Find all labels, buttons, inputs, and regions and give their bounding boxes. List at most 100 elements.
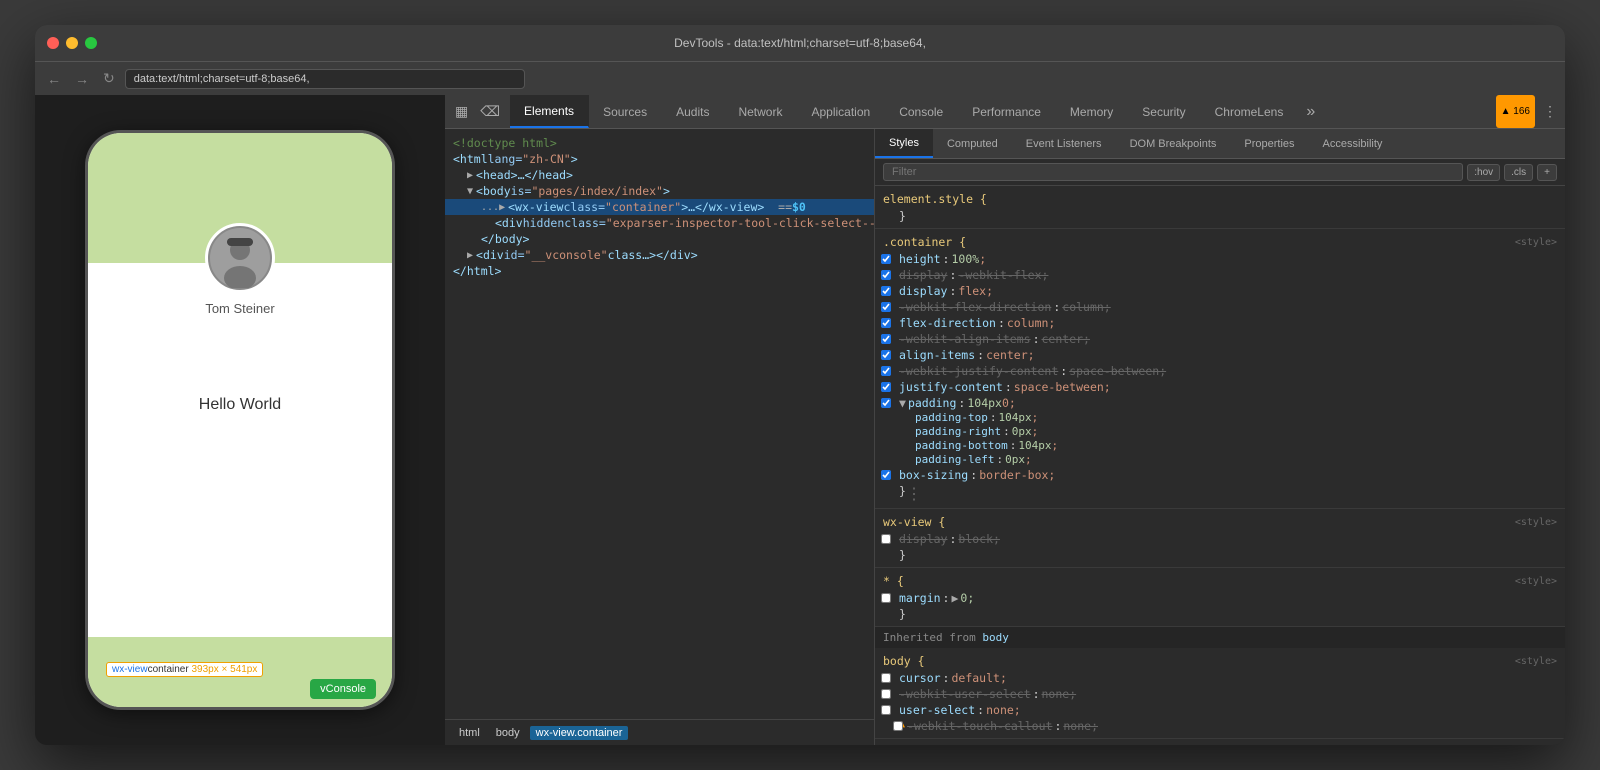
styles-pane: Styles Computed Event Listeners DOM Brea… <box>875 129 1565 745</box>
checkbox-flex-direction[interactable] <box>881 318 891 328</box>
tab-console[interactable]: Console <box>885 95 958 128</box>
devtools-window: DevTools - data:text/html;charset=utf-8;… <box>35 25 1565 745</box>
maximize-button[interactable] <box>85 37 97 49</box>
checkbox-display-webkit[interactable] <box>881 270 891 280</box>
tab-security[interactable]: Security <box>1128 95 1200 128</box>
checkbox-box-sizing[interactable] <box>881 470 891 480</box>
minimize-button[interactable] <box>66 37 78 49</box>
checkbox-user-select[interactable] <box>881 705 891 715</box>
checkbox-wxview-display[interactable] <box>881 534 891 544</box>
checkbox-height[interactable] <box>881 254 891 264</box>
css-selector-element-style[interactable]: element.style { <box>883 192 987 206</box>
dom-line-html-close[interactable]: </html> <box>445 263 874 279</box>
checkbox-align-items[interactable] <box>881 350 891 360</box>
close-button[interactable] <box>47 37 59 49</box>
tab-styles[interactable]: Styles <box>875 129 933 158</box>
checkbox-justify-content[interactable] <box>881 382 891 392</box>
inspect-icon[interactable]: ▦ <box>453 101 470 122</box>
css-rule-star: * { <style> margin: ▶ 0; } <box>875 568 1565 627</box>
window-title: DevTools - data:text/html;charset=utf-8;… <box>674 36 926 50</box>
breadcrumb-body[interactable]: body <box>490 726 526 740</box>
hov-button[interactable]: :hov <box>1467 164 1500 181</box>
more-tabs-button[interactable]: » <box>1298 95 1323 128</box>
checkbox-webkit-touch[interactable] <box>893 721 903 731</box>
css-rule-header-body: body { <style> <box>875 652 1565 670</box>
device-icon[interactable]: ⌫ <box>478 101 502 122</box>
css-prop-webkit-user-select: -webkit-user-select:none; <box>875 686 1565 702</box>
dom-line-vconsole[interactable]: ▶ <div id="__vconsole" class…></div> <box>445 247 874 263</box>
tab-chromelens[interactable]: ChromeLens <box>1201 95 1299 128</box>
css-selector-body[interactable]: body { <box>883 654 925 668</box>
tab-accessibility[interactable]: Accessibility <box>1309 129 1397 158</box>
css-prop-height: height:100%; <box>875 251 1565 267</box>
devtools-icons: ▦ ⌫ <box>445 95 510 128</box>
tab-audits[interactable]: Audits <box>662 95 724 128</box>
css-selector-star[interactable]: * { <box>883 574 904 588</box>
devtools-menu-button[interactable]: ⋮ <box>1535 95 1565 128</box>
css-rule-header-wxview: wx-view { <style> <box>875 513 1565 531</box>
device-frame: Tom Steiner Hello World wx-viewcontainer… <box>85 130 395 710</box>
css-rule-header-star: * { <style> <box>875 572 1565 590</box>
back-button[interactable]: ← <box>43 69 65 89</box>
css-prop-flex-direction: flex-direction:column; <box>875 315 1565 331</box>
tab-memory[interactable]: Memory <box>1056 95 1128 128</box>
dom-line-doctype[interactable]: <!doctype html> <box>445 135 874 151</box>
dom-line-body[interactable]: ▼ <body is="pages/index/index"> <box>445 183 874 199</box>
css-selector-wxview[interactable]: wx-view { <box>883 515 945 529</box>
dom-line-div-hidden[interactable]: <div hidden class="exparser-inspector-to… <box>445 215 874 231</box>
checkbox-webkit-align-items[interactable] <box>881 334 891 344</box>
breadcrumb-wxview[interactable]: wx-view.container <box>530 726 629 740</box>
styles-tabs: Styles Computed Event Listeners DOM Brea… <box>875 129 1565 159</box>
hello-world-text: Hello World <box>199 396 281 414</box>
forward-button[interactable]: → <box>71 69 93 89</box>
address-bar[interactable] <box>125 69 525 89</box>
title-bar: DevTools - data:text/html;charset=utf-8;… <box>35 25 1565 61</box>
browser-toolbar: ← → ↻ <box>35 61 1565 95</box>
checkbox-display[interactable] <box>881 286 891 296</box>
tab-performance[interactable]: Performance <box>958 95 1056 128</box>
tab-application[interactable]: Application <box>797 95 885 128</box>
tab-network[interactable]: Network <box>724 95 797 128</box>
vconsole-button[interactable]: vConsole <box>310 679 376 699</box>
checkbox-cursor[interactable] <box>881 673 891 683</box>
tab-elements[interactable]: Elements <box>510 95 589 128</box>
css-source-body: <style> <box>1515 656 1557 667</box>
dom-line-wx-view[interactable]: ... ▶ <wx-view class="container">…</wx-v… <box>445 199 874 215</box>
css-prop-webkit-flex-direction: -webkit-flex-direction:column; <box>875 299 1565 315</box>
css-source-wxview: <style> <box>1515 517 1557 528</box>
filter-input[interactable] <box>883 163 1463 181</box>
checkbox-margin[interactable] <box>881 593 891 603</box>
reload-button[interactable]: ↻ <box>99 68 119 89</box>
css-padding-top: padding-top:104px; <box>875 411 1565 425</box>
css-prop-box-sizing: box-sizing:border-box; <box>875 467 1565 483</box>
tab-dom-breakpoints[interactable]: DOM Breakpoints <box>1116 129 1231 158</box>
css-prop-display: display:flex; <box>875 283 1565 299</box>
checkbox-webkit-justify[interactable] <box>881 366 891 376</box>
breadcrumb-html[interactable]: html <box>453 726 486 740</box>
css-rule-container: .container { <style> height:100%; displa… <box>875 229 1565 509</box>
filter-bar: :hov .cls + <box>875 159 1565 186</box>
cls-button[interactable]: .cls <box>1504 164 1533 181</box>
tab-event-listeners[interactable]: Event Listeners <box>1012 129 1116 158</box>
checkbox-padding[interactable] <box>881 398 891 408</box>
tab-properties[interactable]: Properties <box>1230 129 1308 158</box>
css-rule-element-style: element.style { } <box>875 186 1565 229</box>
dom-line-head[interactable]: ▶ <head>…</head> <box>445 167 874 183</box>
css-selector-container[interactable]: .container { <box>883 235 966 249</box>
checkbox-webkit-user-select[interactable] <box>881 689 891 699</box>
devtools-tabs: ▦ ⌫ Elements Sources Audits Network Appl… <box>445 95 1565 129</box>
dom-line-body-close[interactable]: </body> <box>445 231 874 247</box>
tab-computed[interactable]: Computed <box>933 129 1012 158</box>
css-source-container: <style> <box>1515 237 1557 248</box>
css-rule-wxview: wx-view { <style> display:block; } <box>875 509 1565 568</box>
breadcrumb-bar: html body wx-view.container <box>445 719 874 745</box>
add-style-button[interactable]: + <box>1537 164 1557 181</box>
checkbox-webkit-flex-direction[interactable] <box>881 302 891 312</box>
traffic-lights <box>47 37 97 49</box>
size-badge-class: wx-view <box>112 664 148 675</box>
padding-expand[interactable]: ▼ <box>899 396 906 410</box>
tab-sources[interactable]: Sources <box>589 95 662 128</box>
css-more-icon[interactable]: ⋮ <box>906 484 922 503</box>
dom-line-html[interactable]: <html lang="zh-CN"> <box>445 151 874 167</box>
margin-expand[interactable]: ▶ <box>951 591 958 605</box>
